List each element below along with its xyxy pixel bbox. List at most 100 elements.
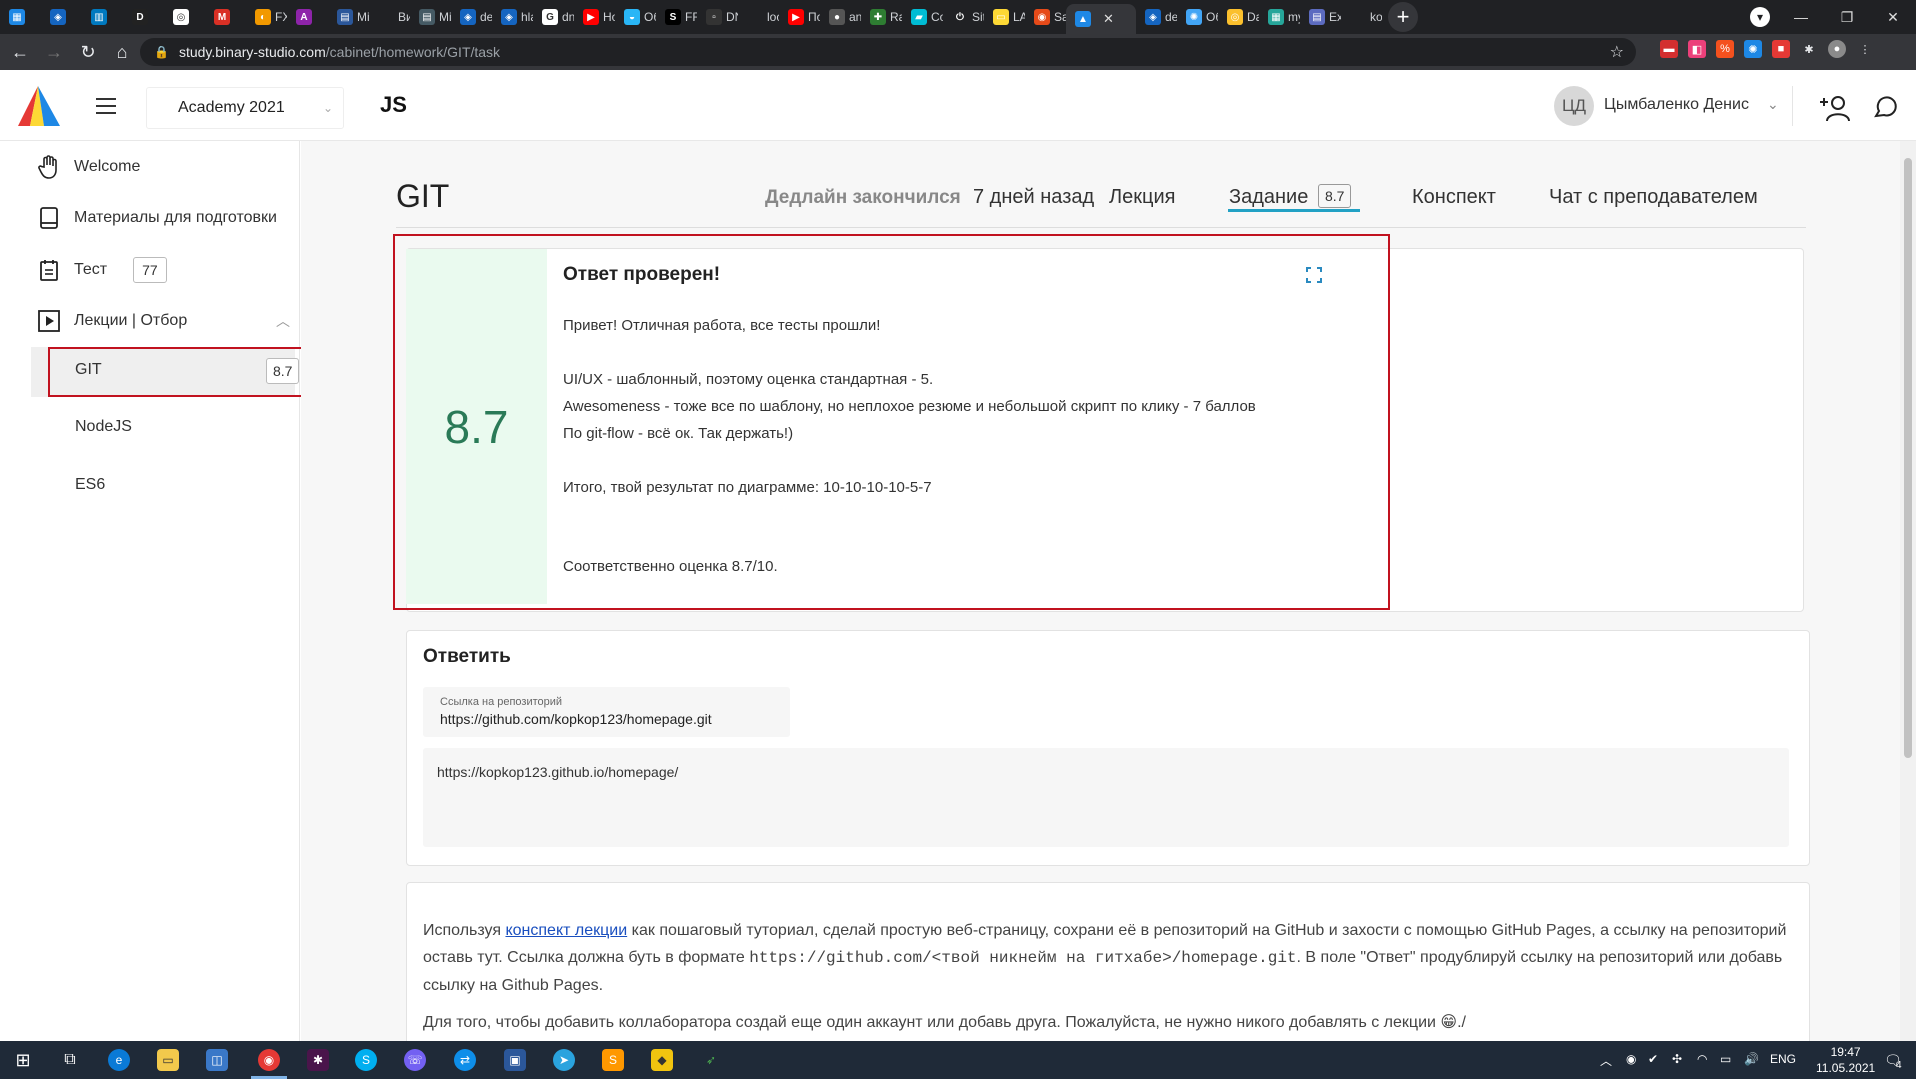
forward-icon[interactable]: → xyxy=(40,42,68,63)
browser-tab[interactable]: ▤ Mi xyxy=(328,0,369,34)
close-tab-icon[interactable]: ✕ xyxy=(1103,11,1114,27)
tab-lecture[interactable]: Лекция xyxy=(1109,186,1175,209)
file-explorer-icon[interactable]: ▭ xyxy=(157,1049,179,1071)
back-icon[interactable]: ← xyxy=(6,42,34,63)
extension-icon[interactable]: ▬ xyxy=(1660,40,1678,58)
hamburger-menu-icon[interactable] xyxy=(96,98,116,119)
wifi-icon[interactable]: ◠ xyxy=(1697,1052,1707,1066)
remote-desktop-icon[interactable]: ▣ xyxy=(504,1049,526,1071)
browser-tab[interactable]: D xyxy=(123,0,164,34)
lock-icon[interactable]: 🔒 xyxy=(154,45,169,59)
browser-tab[interactable]: ⏻ Sit xyxy=(943,0,984,34)
browser-tab[interactable]: ● an xyxy=(820,0,861,34)
reload-icon[interactable]: ↻ xyxy=(74,42,102,63)
course-select[interactable]: Academy 2021 ⌄ xyxy=(146,87,344,129)
chrome-icon[interactable]: ◉ xyxy=(258,1049,280,1071)
avatar[interactable]: ЦД xyxy=(1554,86,1594,126)
extension-icon[interactable]: ■ xyxy=(1772,40,1790,58)
puzzle-icon[interactable]: ✱ xyxy=(1800,40,1818,58)
telegram-icon[interactable]: ➤ xyxy=(553,1049,575,1071)
profile-menu-icon[interactable]: ▾ xyxy=(1750,7,1770,27)
browser-tab[interactable]: loc xyxy=(738,0,779,34)
tab-chat[interactable]: Чат с преподавателем xyxy=(1549,186,1758,209)
browser-tab[interactable]: ▦ xyxy=(0,0,41,34)
binary-studio-logo[interactable] xyxy=(14,84,62,128)
browser-tab[interactable]: Gdn xyxy=(533,0,574,34)
browser-tab[interactable]: ◉ Sal xyxy=(1025,0,1066,34)
tray-shield-icon[interactable]: ✔ xyxy=(1648,1052,1658,1066)
skype-icon[interactable]: S xyxy=(355,1049,377,1071)
browser-tab[interactable]: ◈ xyxy=(41,0,82,34)
address-bar[interactable]: 🔒 study.binary-studio.com/cabinet/homewo… xyxy=(140,38,1636,66)
browser-tab[interactable]: ▤ Exi xyxy=(1300,0,1341,34)
minimize-button[interactable]: — xyxy=(1778,9,1824,25)
browser-tab[interactable]: M xyxy=(205,0,246,34)
browser-tab[interactable]: A xyxy=(287,0,328,34)
profile-avatar-icon[interactable]: ● xyxy=(1828,40,1846,58)
tab-task[interactable]: Задание xyxy=(1229,186,1308,209)
user-menu-chevron-icon[interactable]: ⌄ xyxy=(1767,96,1779,113)
new-tab-button[interactable]: + xyxy=(1388,2,1418,32)
menu-dots-icon[interactable]: ⋮ xyxy=(1856,40,1874,58)
language-indicator[interactable]: ENG xyxy=(1770,1052,1796,1066)
git-client-icon[interactable]: ◆ xyxy=(651,1049,673,1071)
close-window-button[interactable]: ✕ xyxy=(1870,9,1916,26)
browser-tab[interactable]: ▤ Mi xyxy=(410,0,451,34)
browser-tab[interactable]: ▭ LA xyxy=(984,0,1025,34)
browser-tab[interactable]: ◎ Da xyxy=(1218,0,1259,34)
bookmark-star-icon[interactable]: ☆ xyxy=(1610,42,1624,62)
browser-tab[interactable]: ▶ По xyxy=(779,0,820,34)
lecture-summary-link[interactable]: конспект лекции xyxy=(505,922,627,939)
extension-icon[interactable]: % xyxy=(1716,40,1734,58)
battery-icon[interactable]: ▭ xyxy=(1720,1052,1731,1066)
browser-tab[interactable]: ko xyxy=(1341,0,1382,34)
task-view-icon[interactable]: ⧉ xyxy=(59,1049,81,1071)
slack-icon[interactable]: ✱ xyxy=(307,1049,329,1071)
chat-bubble-icon[interactable] xyxy=(1872,94,1898,120)
browser-tab[interactable]: ◈ hla xyxy=(492,0,533,34)
browser-tab[interactable]: ✚ Ra xyxy=(861,0,902,34)
volume-icon[interactable]: 🔊 xyxy=(1744,1052,1759,1066)
app-icon[interactable]: ➶ xyxy=(700,1049,722,1071)
browser-tab[interactable]: ◎ xyxy=(164,0,205,34)
tray-chevron-icon[interactable]: ︿ xyxy=(1600,1052,1612,1069)
browser-tab[interactable]: ◒ Об xyxy=(615,0,656,34)
sublime-text-icon[interactable]: S xyxy=(602,1049,624,1071)
browser-tab[interactable]: ▥ xyxy=(82,0,123,34)
sidebar-item-es6[interactable]: ES6 xyxy=(75,476,105,494)
browser-tab[interactable]: ✺ Об xyxy=(1177,0,1218,34)
extension-icon[interactable]: ✺ xyxy=(1744,40,1762,58)
tray-settings-icon[interactable]: ✣ xyxy=(1672,1052,1682,1066)
chevron-up-icon[interactable]: ︿ xyxy=(276,311,290,331)
user-name[interactable]: Цымбаленко Денис xyxy=(1604,96,1749,114)
sidebar-item-welcome[interactable]: Welcome xyxy=(38,155,140,179)
answer-value[interactable]: https://kopkop123.github.io/homepage/ xyxy=(437,764,678,780)
add-user-icon[interactable] xyxy=(1818,94,1852,122)
answer-textarea[interactable] xyxy=(423,748,1789,847)
scrollbar-thumb[interactable] xyxy=(1904,158,1912,758)
browser-tab[interactable]: ◈ de xyxy=(451,0,492,34)
sidebar-item-materials[interactable]: Материалы для подготовки xyxy=(38,207,277,229)
sidebar-item-test[interactable]: Тест 77 xyxy=(38,257,167,283)
browser-tab[interactable]: ▲ ✕ xyxy=(1066,4,1136,34)
browser-tab[interactable]: ▶ Ho xyxy=(574,0,615,34)
system-clock[interactable]: 19:47 11.05.2021 xyxy=(1816,1044,1875,1076)
sidebar-item-lectures[interactable]: Лекции | Отбор ︿ xyxy=(38,310,290,332)
browser-tab[interactable]: ◐ FX xyxy=(246,0,287,34)
browser-tab[interactable]: ▰ Co xyxy=(902,0,943,34)
tray-app-icon[interactable]: ◉ xyxy=(1626,1052,1636,1066)
teamviewer-icon[interactable]: ⇄ xyxy=(454,1049,476,1071)
edge-icon[interactable]: e xyxy=(108,1049,130,1071)
browser-tab[interactable]: ◈ de xyxy=(1136,0,1177,34)
extension-icon[interactable]: ◧ xyxy=(1688,40,1706,58)
viber-icon[interactable]: ☏ xyxy=(404,1049,426,1071)
sidebar-item-nodejs[interactable]: NodeJS xyxy=(75,418,132,436)
browser-tab[interactable]: ▦ my xyxy=(1259,0,1300,34)
browser-tab[interactable]: S FR xyxy=(656,0,697,34)
browser-tab[interactable]: Ви xyxy=(369,0,410,34)
windows-start-icon[interactable]: ⊞ xyxy=(12,1049,34,1071)
repo-link-value[interactable]: https://github.com/kopkop123/homepage.gi… xyxy=(440,711,712,727)
home-icon[interactable]: ⌂ xyxy=(108,42,136,63)
store-icon[interactable]: ◫ xyxy=(206,1049,228,1071)
restore-button[interactable]: ❐ xyxy=(1824,9,1870,26)
